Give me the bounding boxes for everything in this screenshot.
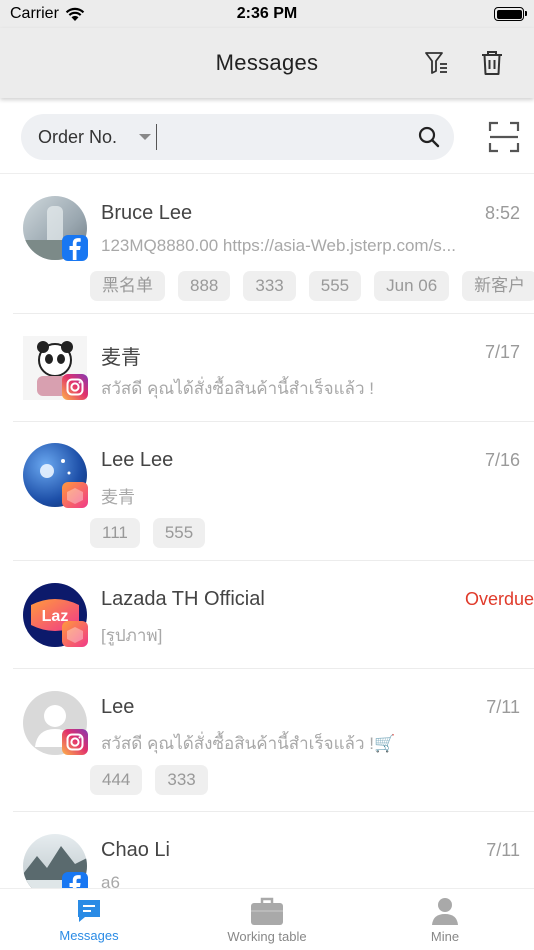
tab-messages[interactable]: Messages — [0, 889, 178, 950]
carrier-label: Carrier — [10, 5, 59, 22]
status-left: Carrier — [10, 5, 190, 23]
tag: 444 — [90, 765, 143, 795]
facebook-icon — [62, 872, 88, 888]
search-type-select[interactable]: Order No. — [21, 114, 156, 160]
tag: 555 — [152, 518, 206, 548]
wifi-icon — [65, 7, 85, 21]
tag: 111 — [90, 518, 140, 548]
contact-name: Lee Lee — [101, 449, 174, 471]
message-preview: 123MQ8880.00 https://asia-Web.jsterp.com… — [101, 236, 456, 255]
instagram-icon — [62, 374, 88, 400]
filter-button[interactable] — [420, 47, 452, 79]
message-item[interactable]: Lee Lee 7/16 麦青 111 555 — [13, 422, 534, 561]
tab-bar: Messages Working table Mine — [0, 888, 534, 950]
contact-name: Lazada TH Official — [101, 588, 265, 610]
search-button[interactable] — [409, 125, 448, 149]
message-item[interactable]: 麦青 7/17 สวัสดี คุณได้สั่งซื้อสินค้านี้สำ… — [13, 314, 534, 422]
message-list: Bruce Lee 8:52 123MQ8880.00 https://asia… — [0, 175, 534, 888]
status-right — [344, 7, 527, 21]
message-time: 7/16 — [484, 450, 520, 470]
search-type-label: Order No. — [38, 126, 118, 147]
chat-icon — [78, 899, 100, 922]
message-time: 7/11 — [486, 697, 520, 717]
search-input[interactable] — [157, 114, 410, 160]
status-time: 2:36 PM — [236, 5, 298, 22]
tab-working-table[interactable]: Working table — [178, 889, 356, 950]
message-preview: สวัสดี คุณได้สั่งซื้อสินค้านี้สำเร็จแล้ว… — [101, 379, 374, 398]
trash-icon — [482, 51, 502, 75]
tag: 333 — [155, 765, 208, 795]
contact-name: Bruce Lee — [101, 202, 193, 224]
contact-name: Chao Li — [101, 839, 170, 861]
message-item[interactable]: Laz Lazada TH Official Overdue [รูปภาพ] — [13, 561, 534, 669]
message-preview: a6 — [101, 873, 120, 888]
tag: 888 — [178, 271, 231, 301]
tab-label: Working table — [227, 928, 307, 944]
message-time: 8:52 — [484, 203, 520, 223]
tag: 555 — [308, 271, 362, 301]
message-item[interactable]: Lee 7/11 สวัสดี คุณได้สั่งซื้อสินค้านี้ส… — [13, 669, 534, 812]
message-preview: 麦青 — [101, 488, 135, 507]
tab-label: Messages — [59, 927, 119, 943]
facebook-icon — [62, 235, 88, 261]
message-item[interactable]: Chao Li 7/11 a6 — [13, 812, 534, 888]
tag-list: 黑名单 888 333 555 Jun 06 新客户 — [90, 271, 534, 301]
message-item[interactable]: Bruce Lee 8:52 123MQ8880.00 https://asia… — [13, 175, 534, 314]
lazada-icon — [62, 621, 88, 647]
tag-list: 444 333 — [90, 765, 534, 795]
tab-label: Mine — [430, 928, 460, 944]
chevron-down-icon — [139, 134, 152, 140]
delete-button[interactable] — [476, 47, 508, 79]
status-bar: Carrier 2:36 PM — [0, 0, 534, 28]
tab-mine[interactable]: Mine — [356, 889, 534, 950]
contact-name: Lee — [101, 696, 135, 718]
message-time: 7/17 — [484, 342, 520, 362]
person-icon — [432, 897, 458, 925]
search-box: Order No. — [21, 114, 454, 160]
tag-list: 111 555 — [90, 518, 534, 548]
filter-icon — [425, 52, 447, 74]
contact-name: 麦青 — [101, 347, 141, 369]
battery-icon — [494, 7, 527, 21]
instagram-icon — [62, 729, 88, 755]
message-time: 7/11 — [486, 840, 520, 860]
tag: Jun 06 — [374, 271, 450, 301]
search-row: Order No. — [0, 98, 534, 174]
lazada-icon — [62, 482, 88, 508]
scan-button[interactable] — [487, 120, 521, 154]
page-title: Messages — [215, 50, 319, 75]
scan-icon — [488, 121, 520, 153]
message-preview: [รูปภาพ] — [101, 626, 163, 645]
search-icon — [418, 126, 439, 148]
briefcase-icon — [251, 897, 283, 925]
tag: 333 — [243, 271, 296, 301]
nav-bar: Messages — [0, 28, 534, 98]
tag: 黑名单 — [90, 271, 165, 301]
tag: 新客户 — [462, 271, 534, 301]
message-preview: สวัสดี คุณได้สั่งซื้อสินค้านี้สำเร็จแล้ว… — [101, 734, 396, 753]
overdue-label: Overdue — [464, 589, 534, 609]
